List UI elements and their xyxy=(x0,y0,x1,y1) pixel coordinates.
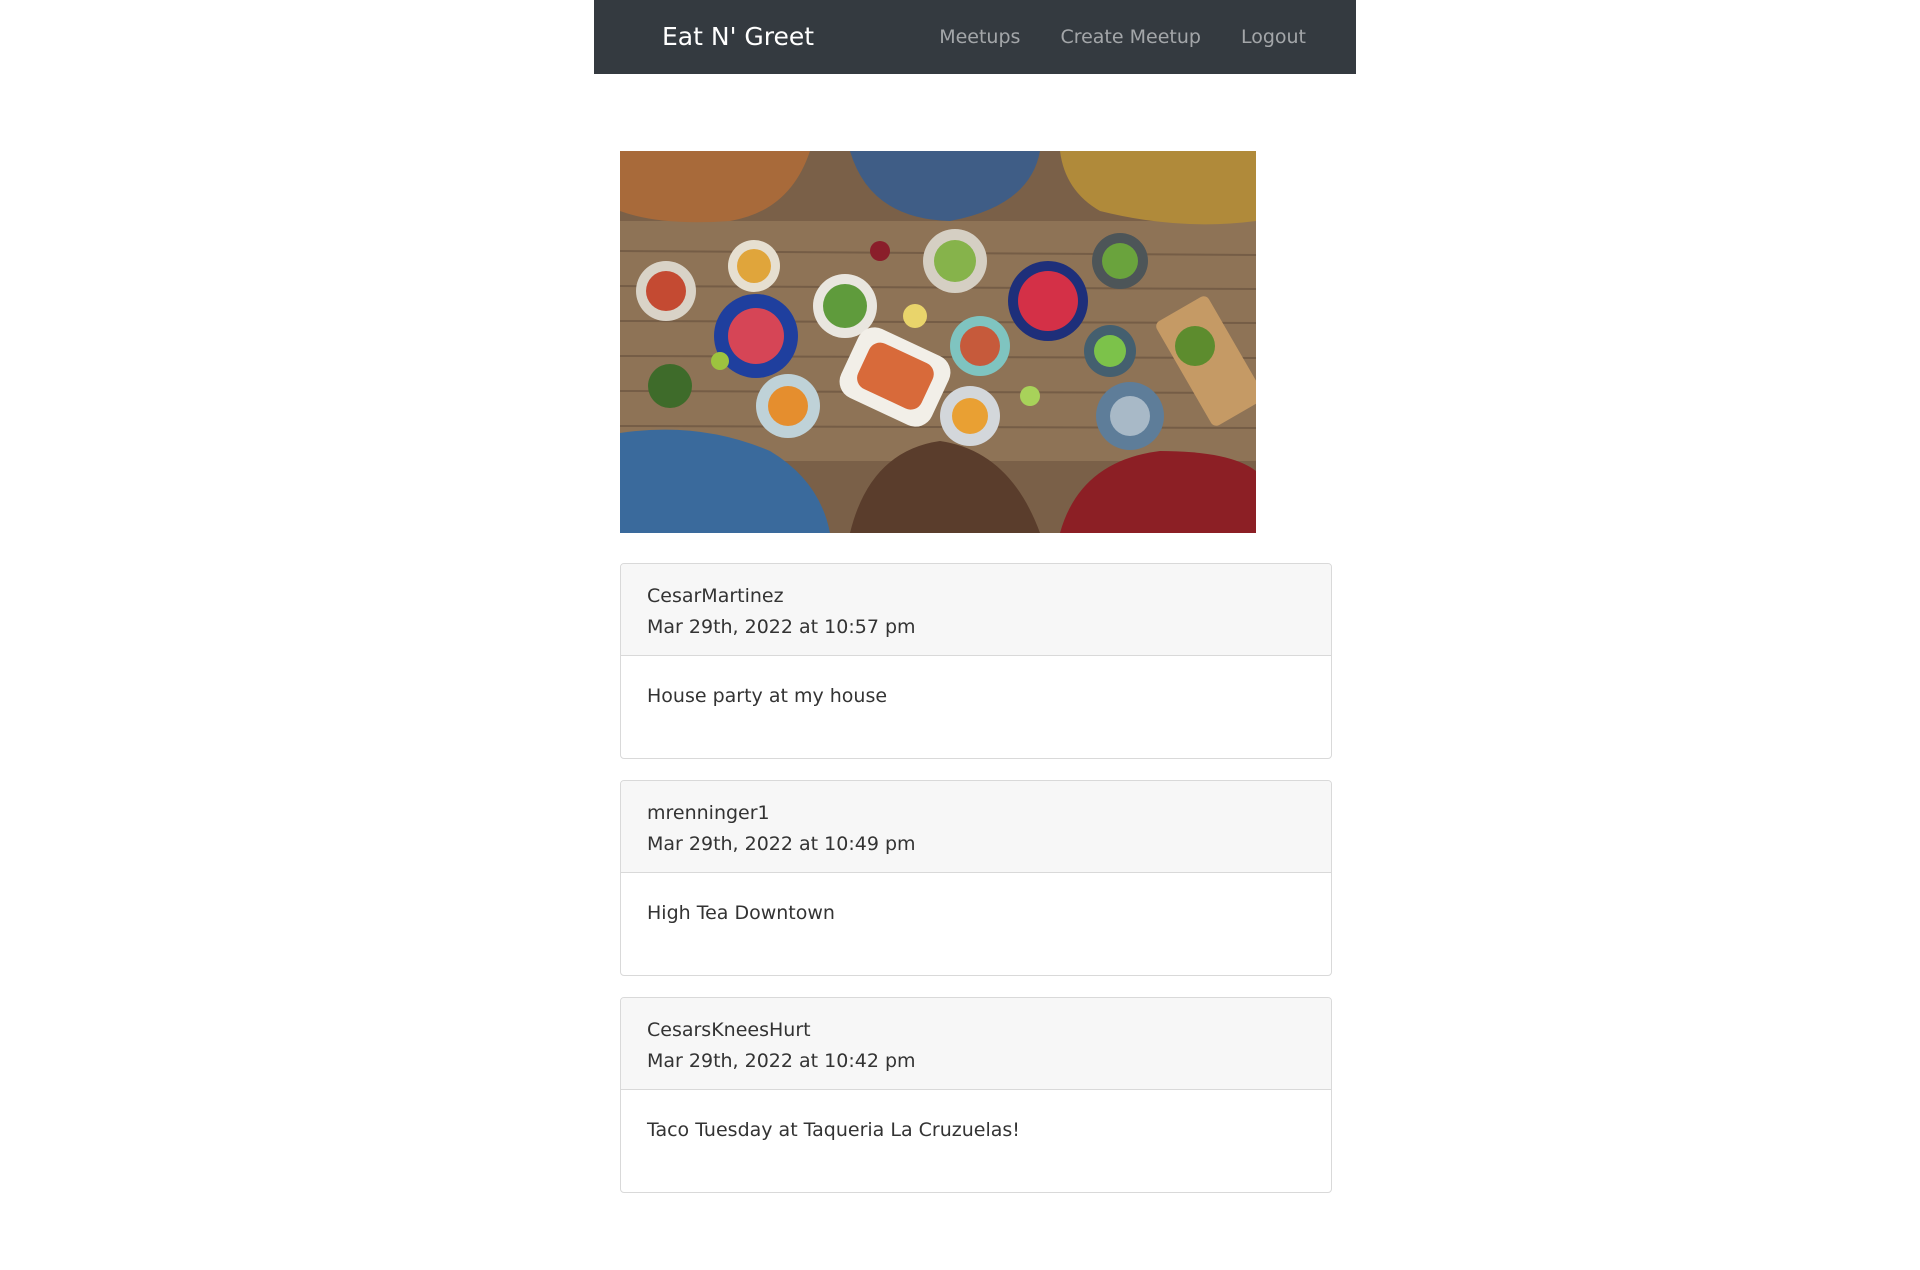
meetup-title[interactable]: High Tea Downtown xyxy=(647,898,1305,929)
meetup-user: mrenninger1 xyxy=(647,802,770,824)
meetup-user: CesarsKneesHurt xyxy=(647,1019,811,1041)
meetup-date: Mar 29th, 2022 at 10:57 pm xyxy=(647,616,916,638)
meetup-card[interactable]: CesarMartinez Mar 29th, 2022 at 10:57 pm… xyxy=(620,563,1332,759)
meetup-user: CesarMartinez xyxy=(647,585,784,607)
nav-link-meetups[interactable]: Meetups xyxy=(939,22,1020,52)
card-body: High Tea Downtown xyxy=(621,873,1331,975)
hero-image xyxy=(620,151,1256,533)
card-body: House party at my house xyxy=(621,656,1331,758)
meetup-date: Mar 29th, 2022 at 10:42 pm xyxy=(647,1050,916,1072)
card-body: Taco Tuesday at Taqueria La Cruzuelas! xyxy=(621,1090,1331,1192)
meetup-title[interactable]: Taco Tuesday at Taqueria La Cruzuelas! xyxy=(647,1115,1305,1146)
card-header: CesarMartinez Mar 29th, 2022 at 10:57 pm xyxy=(621,564,1331,656)
page: Eat N' Greet Meetups Create Meetup Logou… xyxy=(0,0,1920,1270)
nav-link-logout[interactable]: Logout xyxy=(1241,22,1306,52)
card-header: CesarsKneesHurt Mar 29th, 2022 at 10:42 … xyxy=(621,998,1331,1090)
food-table-photo xyxy=(620,151,1256,533)
meetup-card[interactable]: CesarsKneesHurt Mar 29th, 2022 at 10:42 … xyxy=(620,997,1332,1193)
navbar: Eat N' Greet Meetups Create Meetup Logou… xyxy=(594,0,1356,74)
meetup-date: Mar 29th, 2022 at 10:49 pm xyxy=(647,833,916,855)
meetup-title[interactable]: House party at my house xyxy=(647,681,1305,712)
brand-link[interactable]: Eat N' Greet xyxy=(662,20,814,54)
nav-link-create-meetup[interactable]: Create Meetup xyxy=(1060,22,1201,52)
meetup-card[interactable]: mrenninger1 Mar 29th, 2022 at 10:49 pm H… xyxy=(620,780,1332,976)
nav-links: Meetups Create Meetup Logout xyxy=(939,22,1306,52)
card-header: mrenninger1 Mar 29th, 2022 at 10:49 pm xyxy=(621,781,1331,873)
